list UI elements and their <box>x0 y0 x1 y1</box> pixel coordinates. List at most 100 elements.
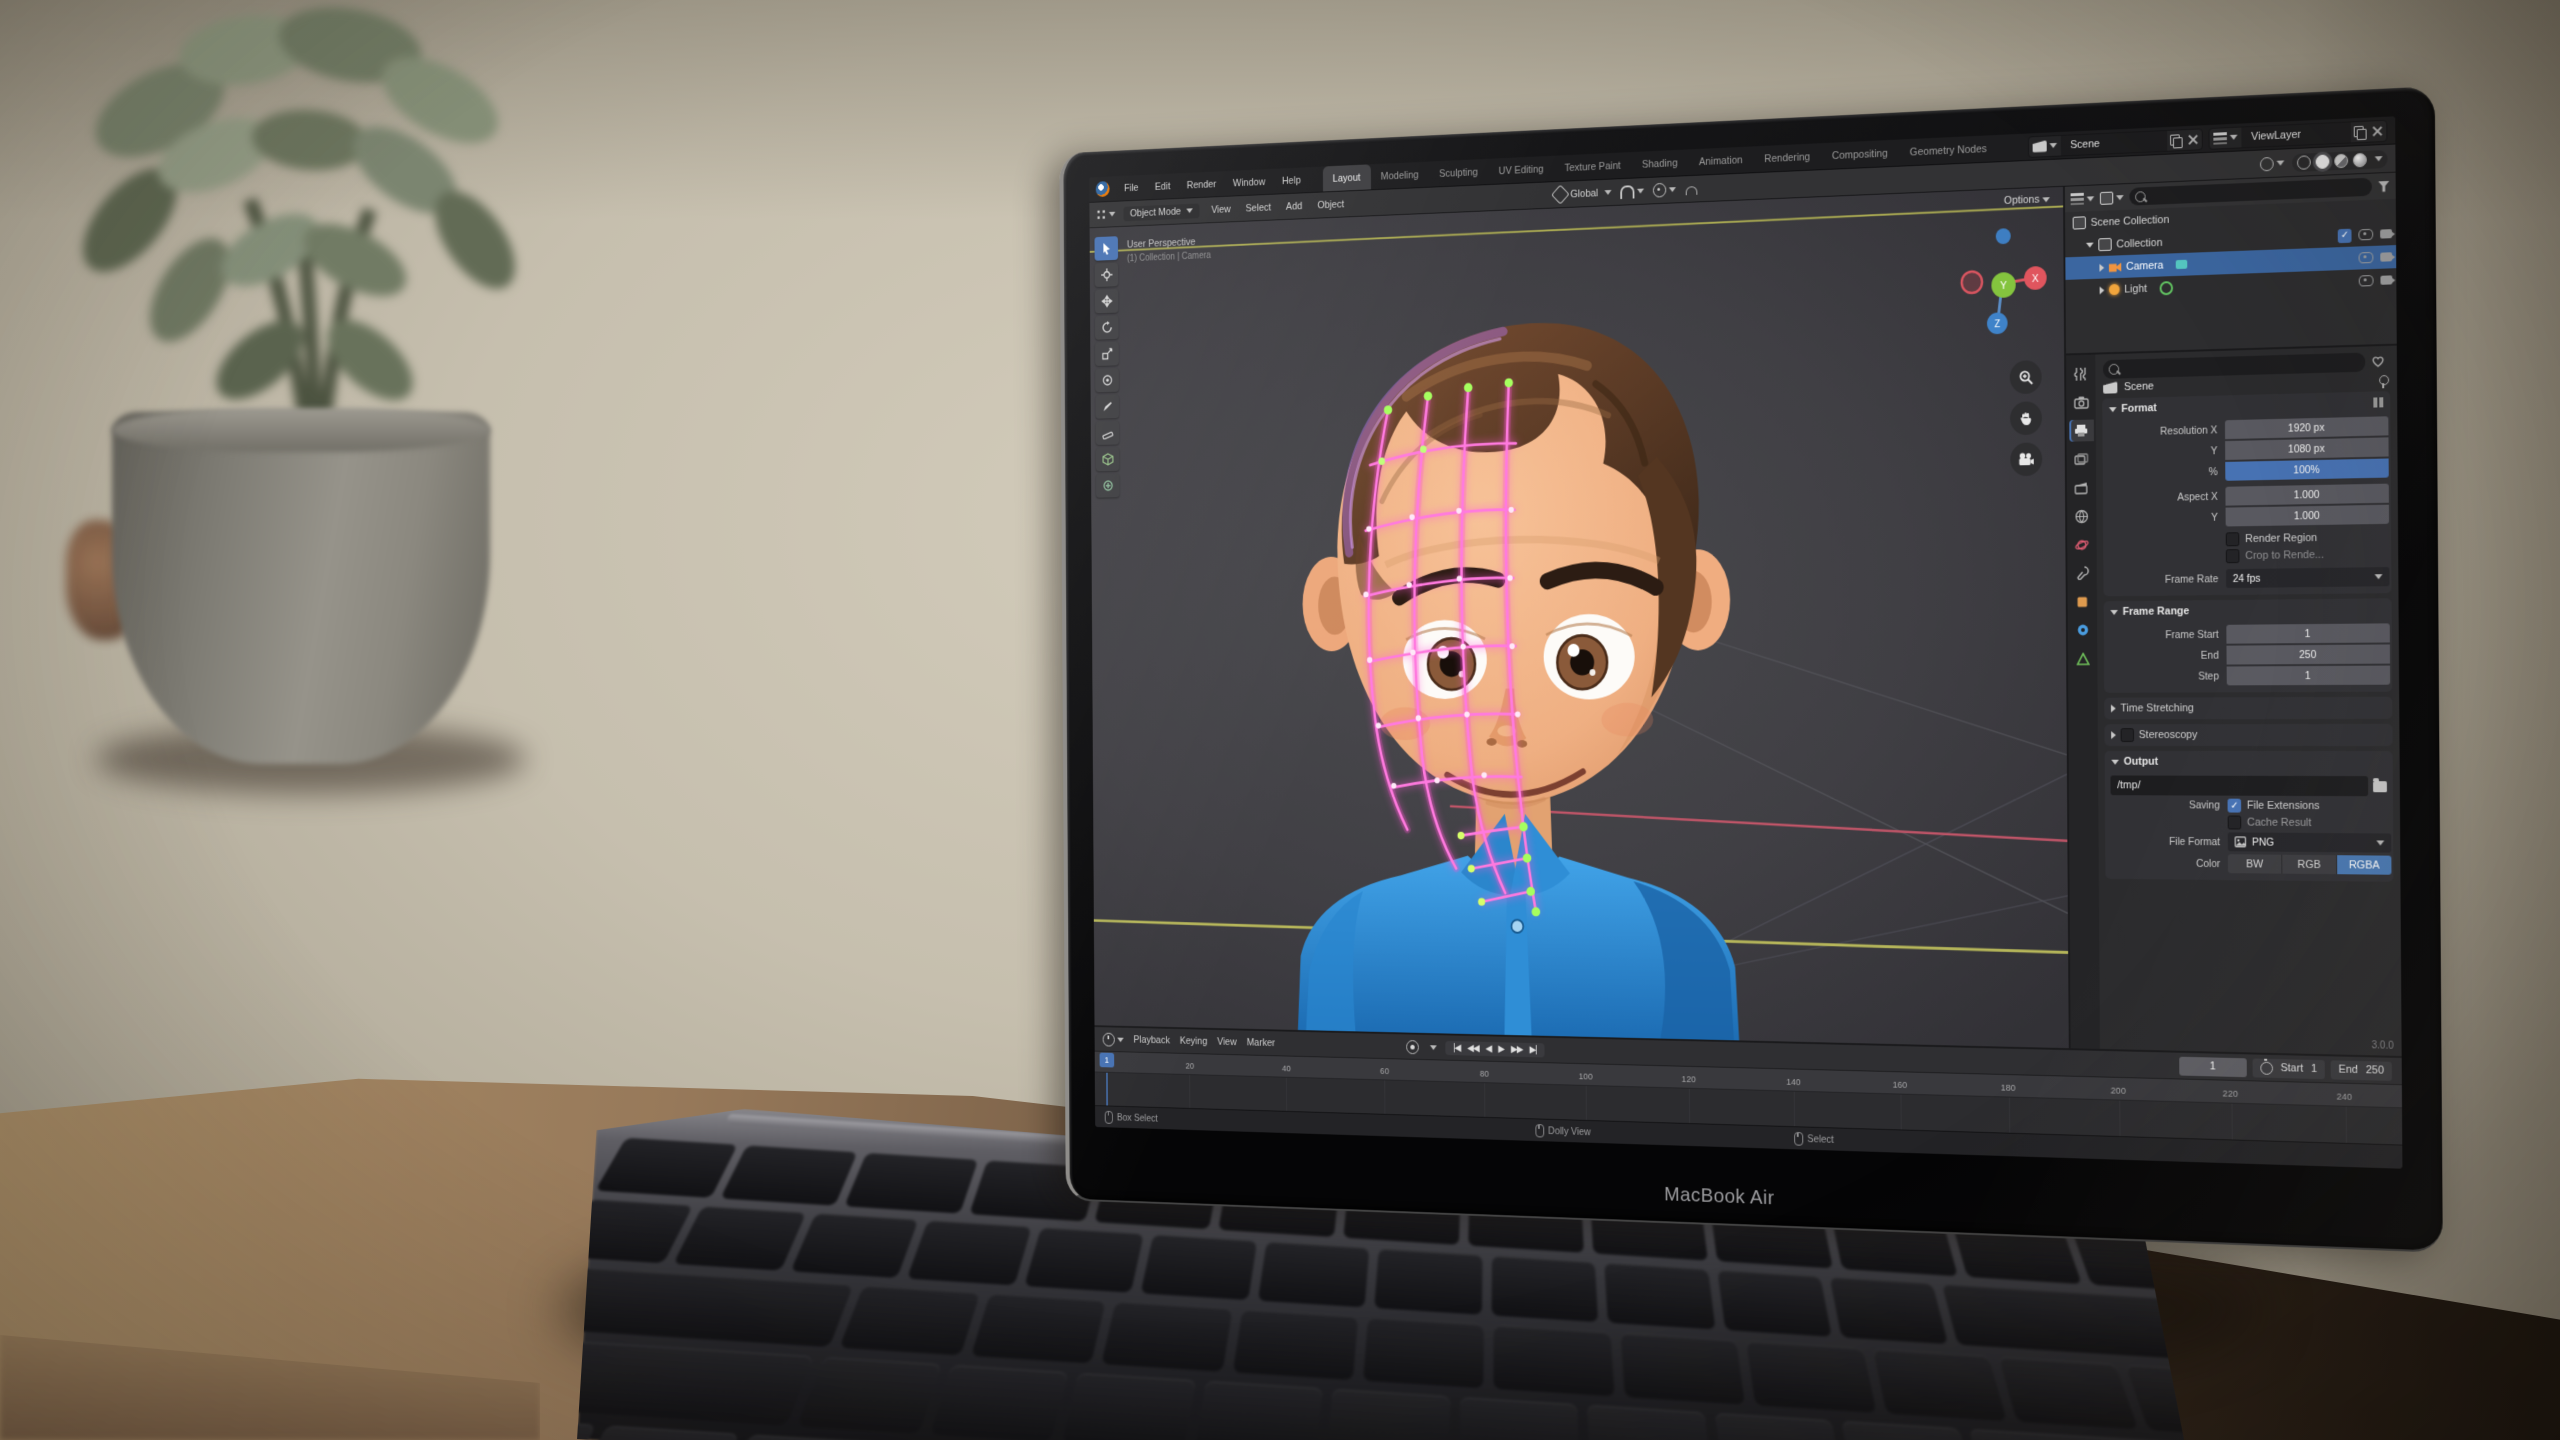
menu-object[interactable]: Object <box>1314 196 1348 212</box>
frame-range-panel-header[interactable]: Frame Range <box>2104 598 2392 623</box>
color-rgba-button[interactable]: RGBA <box>2337 855 2391 875</box>
aspect-x-field[interactable]: 1.000 <box>2225 484 2389 506</box>
hide-eye-icon[interactable] <box>2358 229 2373 241</box>
mode-selector[interactable]: Object Mode <box>1123 203 1199 221</box>
menu-add[interactable]: Add <box>1283 198 1306 214</box>
tab-texture-paint[interactable]: Texture Paint <box>1554 152 1631 181</box>
tool-annotate[interactable] <box>1095 394 1119 418</box>
aspect-y-field[interactable]: 1.000 <box>2226 505 2390 527</box>
output-panel-header[interactable]: Output <box>2105 751 2393 773</box>
time-stretching-header[interactable]: Time Stretching <box>2104 697 2392 720</box>
file-format-dropdown[interactable]: PNG <box>2228 832 2392 852</box>
prev-keyframe-button[interactable]: ◀◀ <box>1465 1043 1482 1054</box>
menu-marker[interactable]: Marker <box>1247 1037 1275 1049</box>
expand-icon[interactable] <box>2086 243 2094 248</box>
3d-viewport[interactable]: User Perspective (1) Collection | Camera… <box>1090 187 2069 1048</box>
menu-help[interactable]: Help <box>1275 171 1307 189</box>
folder-icon[interactable] <box>2373 781 2387 792</box>
menu-playback[interactable]: Playback <box>1133 1034 1169 1046</box>
tab-modeling[interactable]: Modeling <box>1370 162 1428 190</box>
menu-keying[interactable]: Keying <box>1180 1035 1208 1047</box>
proportional-editing[interactable] <box>1653 182 1676 197</box>
scene-name[interactable]: Scene <box>2061 130 2168 155</box>
falloff-button[interactable] <box>1685 183 1698 195</box>
collection-checkbox[interactable]: ✓ <box>2338 228 2352 243</box>
crop-checkbox[interactable] <box>2226 549 2240 563</box>
tool-transform[interactable] <box>1095 368 1119 392</box>
tool-select-box[interactable] <box>1094 236 1118 261</box>
playhead[interactable]: 1 <box>1100 1053 1115 1068</box>
new-scene-icon[interactable] <box>2167 132 2184 149</box>
tab-object[interactable] <box>2070 591 2095 613</box>
menu-select[interactable]: Select <box>1242 200 1274 216</box>
format-panel-header[interactable]: Format <box>2102 391 2390 420</box>
menu-edit[interactable]: Edit <box>1148 177 1177 195</box>
tab-layout[interactable]: Layout <box>1322 164 1370 191</box>
blender-logo-icon[interactable] <box>1096 181 1110 197</box>
timeline-editor-type[interactable] <box>1103 1032 1124 1046</box>
tab-physics[interactable] <box>2070 534 2095 556</box>
viewlayer-selector[interactable]: ViewLayer <box>2208 119 2387 149</box>
tab-geometry-nodes[interactable]: Geometry Nodes <box>1899 135 1998 166</box>
tab-render[interactable] <box>2069 391 2094 413</box>
color-rgb-button[interactable]: RGB <box>2282 855 2337 874</box>
play-reverse-button[interactable]: ◀ <box>1483 1043 1494 1054</box>
snap-toggle[interactable] <box>1620 184 1644 198</box>
tab-modifiers[interactable] <box>2070 619 2095 641</box>
presets-icon[interactable] <box>2373 397 2383 407</box>
menu-view[interactable]: View <box>1217 1036 1237 1047</box>
tool-measure[interactable] <box>1096 421 1120 445</box>
jump-to-start-button[interactable]: |◀ <box>1451 1042 1463 1053</box>
tab-data[interactable] <box>2070 648 2095 670</box>
tab-animation[interactable]: Animation <box>1688 146 1753 175</box>
expand-icon[interactable] <box>2100 286 2105 294</box>
jump-to-end-button[interactable]: ▶| <box>1527 1044 1539 1055</box>
hide-eye-icon[interactable] <box>2359 275 2374 287</box>
render-region-checkbox[interactable] <box>2226 532 2240 546</box>
tab-scene[interactable] <box>2069 477 2094 499</box>
stereoscopy-checkbox[interactable] <box>2121 728 2134 742</box>
frame-rate-dropdown[interactable]: 24 fps <box>2226 567 2390 588</box>
remove-viewlayer-icon[interactable] <box>2369 122 2387 139</box>
expand-icon[interactable] <box>2099 263 2104 271</box>
new-viewlayer-icon[interactable] <box>2351 123 2369 140</box>
frame-start-field[interactable]: 1 <box>2226 623 2390 643</box>
next-keyframe-button[interactable]: ▶▶ <box>1508 1044 1525 1055</box>
disable-render-icon[interactable] <box>2380 229 2392 238</box>
shading-solid-icon[interactable] <box>2316 154 2330 169</box>
frame-step-field[interactable]: 1 <box>2227 666 2391 686</box>
scene-selector[interactable]: Scene <box>2028 128 2203 158</box>
transform-orientation[interactable]: Global <box>1554 185 1612 202</box>
shading-material-icon[interactable] <box>2334 153 2348 168</box>
menu-window[interactable]: Window <box>1226 173 1272 192</box>
tool-extras[interactable] <box>1096 474 1120 498</box>
stereoscopy-header[interactable]: Stereoscopy <box>2104 724 2392 746</box>
menu-render[interactable]: Render <box>1180 175 1223 193</box>
frame-end-field[interactable]: End250 <box>2331 1060 2392 1081</box>
gizmos-toggle[interactable] <box>2260 156 2284 171</box>
tool-rotate[interactable] <box>1095 315 1119 339</box>
tab-tool[interactable] <box>2068 363 2093 385</box>
tab-rendering[interactable]: Rendering <box>1753 143 1821 172</box>
hide-eye-icon[interactable] <box>2359 252 2374 264</box>
tab-shading[interactable]: Shading <box>1631 149 1688 177</box>
viewlayer-name[interactable]: ViewLayer <box>2241 122 2351 147</box>
tool-scale[interactable] <box>1095 342 1119 366</box>
shading-rendered-icon[interactable] <box>2353 152 2367 167</box>
tab-constraints[interactable] <box>2070 562 2095 584</box>
current-frame-field[interactable]: 1 <box>2179 1056 2247 1077</box>
outliner-display-mode[interactable] <box>2071 192 2095 205</box>
play-button[interactable]: ▶ <box>1496 1044 1507 1055</box>
editor-type-button[interactable] <box>1096 208 1115 221</box>
tool-cursor[interactable] <box>1095 263 1119 288</box>
tool-move[interactable] <box>1095 289 1119 313</box>
frame-start-field[interactable]: Start1 <box>2252 1058 2325 1079</box>
output-path-field[interactable]: /tmp/ <box>2110 775 2368 796</box>
tab-output[interactable] <box>2069 420 2094 442</box>
cache-result-checkbox[interactable] <box>2228 816 2242 830</box>
outliner-scope[interactable] <box>2100 191 2124 205</box>
frame-end-field[interactable]: 250 <box>2226 644 2390 664</box>
resolution-x-field[interactable]: 1920 px <box>2225 416 2389 439</box>
filter-icon[interactable] <box>2378 180 2390 192</box>
menu-file[interactable]: File <box>1118 179 1146 197</box>
